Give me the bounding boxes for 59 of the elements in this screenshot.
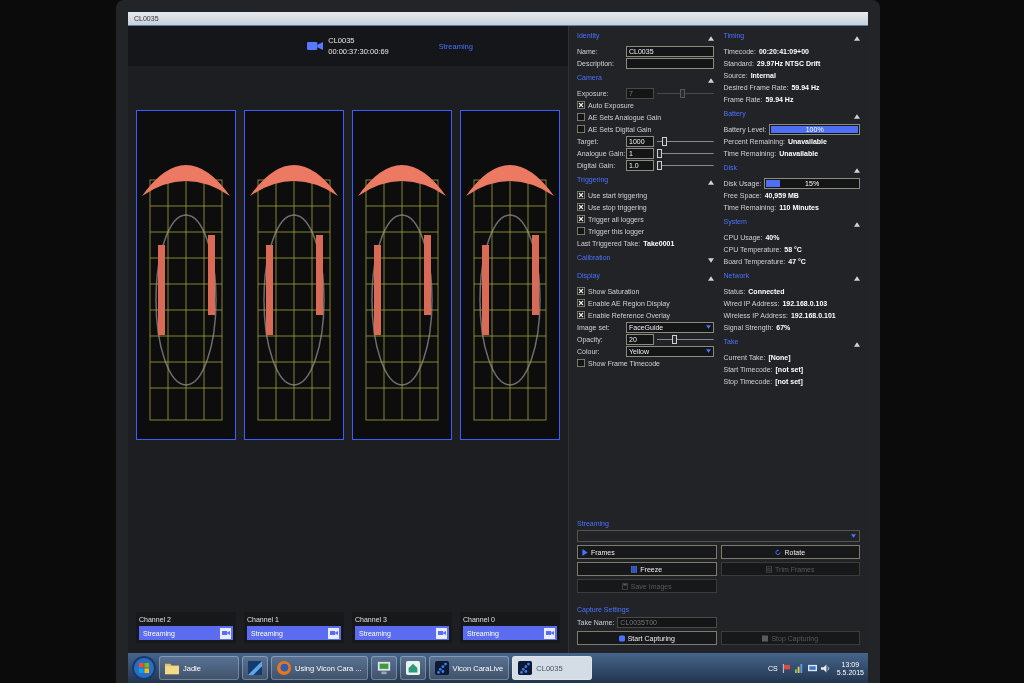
slider-track[interactable] — [657, 334, 714, 344]
video-camera-icon — [329, 630, 338, 636]
video-camera-icon — [437, 630, 446, 636]
checkbox[interactable] — [577, 287, 585, 295]
up-triangle-icon[interactable] — [707, 180, 714, 185]
checkbox[interactable] — [577, 215, 585, 223]
camera-button[interactable] — [220, 627, 231, 639]
speaker-icon[interactable] — [820, 663, 830, 673]
dots-tile-icon — [518, 661, 533, 675]
up-triangle-icon[interactable] — [854, 222, 860, 227]
checkbox[interactable] — [577, 125, 585, 133]
up-triangle-icon[interactable] — [854, 276, 860, 281]
dropdown-arrow-icon — [705, 349, 711, 353]
up-triangle-icon[interactable] — [707, 78, 714, 83]
up-triangle-icon[interactable] — [707, 36, 714, 41]
dropdown-arrow-icon — [851, 534, 856, 538]
taskbar-item[interactable] — [399, 656, 426, 680]
checkbox[interactable] — [577, 191, 585, 199]
image-tile-icon — [248, 661, 262, 675]
up-triangle-icon[interactable] — [707, 276, 714, 281]
up-triangle-icon[interactable] — [854, 168, 860, 173]
text-field[interactable] — [626, 57, 714, 69]
pause-icon — [631, 565, 638, 573]
save-icon — [621, 582, 628, 590]
taskbar-item[interactable] — [242, 656, 268, 680]
house-icon — [405, 661, 420, 675]
play-icon — [582, 548, 588, 556]
taskbar-item[interactable] — [370, 656, 397, 680]
start-orb-icon — [134, 658, 154, 678]
folder-icon — [165, 661, 179, 675]
up-triangle-icon[interactable] — [854, 36, 860, 41]
frame-icon — [766, 565, 773, 573]
flag-icon[interactable] — [781, 663, 791, 673]
monitor-icon[interactable] — [807, 663, 817, 673]
dropdown-arrow-icon — [705, 325, 711, 329]
checkbox[interactable] — [577, 227, 585, 235]
video-camera-icon — [307, 40, 324, 52]
stop-icon — [762, 634, 769, 642]
record-icon — [618, 634, 625, 642]
ring-icon — [277, 661, 291, 675]
checkbox[interactable] — [577, 359, 585, 367]
checkbox[interactable] — [577, 113, 585, 121]
camera-button[interactable] — [436, 627, 447, 639]
start-button[interactable] — [132, 656, 156, 680]
video-camera-icon — [221, 630, 230, 636]
down-triangle-icon[interactable] — [707, 258, 714, 263]
video-camera-icon — [545, 630, 554, 636]
camera-button[interactable] — [328, 627, 339, 639]
checkbox[interactable] — [577, 299, 585, 307]
up-triangle-icon[interactable] — [854, 114, 860, 119]
up-triangle-icon[interactable] — [854, 342, 860, 347]
checkbox[interactable] — [577, 311, 585, 319]
checkbox[interactable] — [577, 101, 585, 109]
rotate-icon — [775, 548, 782, 556]
checkbox[interactable] — [577, 203, 585, 211]
camera-button[interactable] — [544, 627, 555, 639]
monitor-icon — [376, 661, 391, 675]
dots-tile-icon — [434, 661, 449, 675]
bar-chart-icon[interactable] — [794, 663, 804, 673]
